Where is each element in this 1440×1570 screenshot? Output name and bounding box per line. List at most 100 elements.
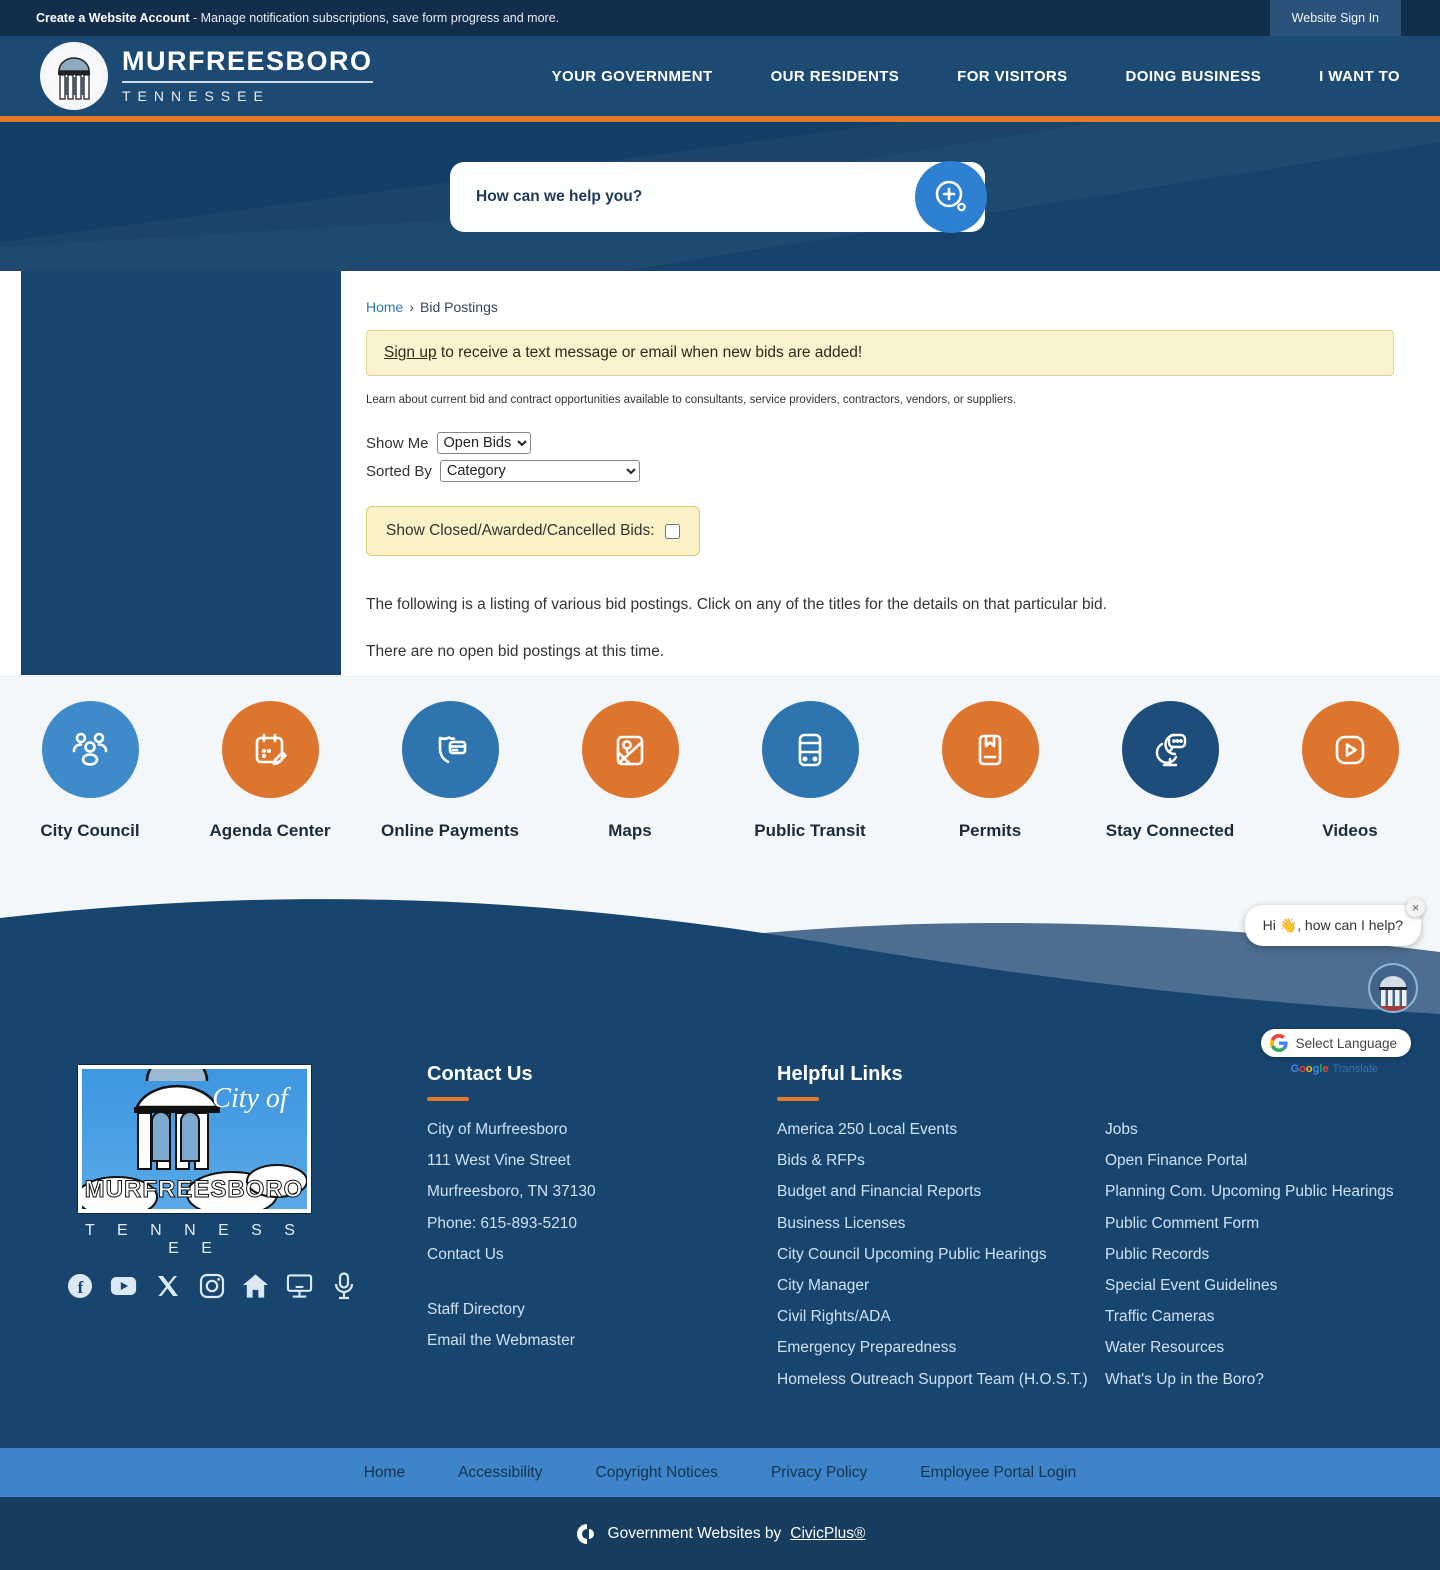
quicklink-label: Maps	[608, 821, 652, 840]
social-icons-row: f	[66, 1271, 357, 1299]
footer-logo-state: T E N N E S S E E	[85, 1222, 304, 1257]
orange-rule	[427, 1097, 469, 1101]
footer-link[interactable]: Public Comment Form	[1105, 1215, 1433, 1246]
quicklink-public-transit[interactable]: Public Transit	[720, 701, 900, 880]
chat-avatar[interactable]	[1368, 963, 1418, 1013]
footer-link[interactable]: Public Records	[1105, 1246, 1433, 1277]
create-account-bold: Create a Website Account	[36, 11, 190, 25]
main-navigation: YOUR GOVERNMENT OUR RESIDENTS FOR VISITO…	[552, 68, 1400, 85]
svg-text:City of: City of	[212, 1083, 291, 1114]
search-input[interactable]	[450, 162, 985, 232]
footer-link[interactable]: Emergency Preparedness	[777, 1339, 1105, 1370]
quicklink-videos[interactable]: Videos	[1260, 701, 1440, 880]
breadcrumb-home-link[interactable]: Home	[366, 299, 403, 315]
payment-shield-icon	[401, 701, 499, 798]
microphone-icon[interactable]	[330, 1271, 357, 1299]
select-language-button[interactable]: Select Language	[1260, 1029, 1411, 1057]
create-account-link[interactable]: Create a Website Account - Manage notifi…	[36, 11, 559, 25]
rotunda-icon	[46, 48, 102, 104]
contact-line: Murfreesboro, TN 37130	[427, 1183, 596, 1201]
rotunda-avatar-icon	[1370, 965, 1416, 1011]
footer-link[interactable]: Planning Com. Upcoming Public Hearings	[1105, 1183, 1433, 1214]
permit-book-icon	[941, 701, 1039, 798]
chat-close-icon[interactable]: ×	[1406, 898, 1425, 917]
helpful-links-col1: America 250 Local Events Bids & RFPs Bud…	[777, 1121, 1105, 1402]
civicplus-strip: Government Websites by CivicPlus®	[0, 1497, 1440, 1570]
youtube-icon[interactable]	[110, 1272, 137, 1299]
nav-your-government[interactable]: YOUR GOVERNMENT	[552, 68, 713, 85]
show-closed-bids-box: Show Closed/Awarded/Cancelled Bids:	[366, 506, 700, 556]
quicklink-maps[interactable]: Maps	[540, 701, 720, 880]
utility-bar: Create a Website Account - Manage notifi…	[0, 0, 1440, 36]
nav-for-visitors[interactable]: FOR VISITORS	[957, 68, 1067, 85]
monitor-icon[interactable]	[286, 1272, 313, 1299]
chat-greeting-bubble: Hi 👋, how can I help?	[1244, 905, 1421, 946]
quicklink-online-payments[interactable]: Online Payments	[360, 701, 540, 880]
bottom-link-home[interactable]: Home	[364, 1464, 405, 1482]
listing-description: The following is a listing of various bi…	[366, 596, 1107, 613]
breadcrumb-separator: ›	[409, 299, 415, 315]
search-plus-icon	[935, 180, 966, 212]
people-icon	[41, 701, 139, 798]
footer-link[interactable]: Business Licenses	[777, 1215, 1105, 1246]
city-seal-logo[interactable]	[40, 42, 108, 110]
nextdoor-icon[interactable]	[242, 1272, 269, 1299]
footer-link[interactable]: Homeless Outreach Support Team (H.O.S.T.…	[777, 1371, 1105, 1402]
bottom-link-copyright[interactable]: Copyright Notices	[596, 1464, 718, 1482]
left-sidebar-panel	[21, 271, 341, 675]
email-webmaster-link[interactable]: Email the Webmaster	[427, 1332, 596, 1363]
footer-link[interactable]: Open Finance Portal	[1105, 1152, 1433, 1183]
bottom-link-accessibility[interactable]: Accessibility	[458, 1464, 542, 1482]
bottom-link-privacy[interactable]: Privacy Policy	[771, 1464, 867, 1482]
instagram-icon[interactable]	[198, 1272, 225, 1299]
footer-link[interactable]: Special Event Guidelines	[1105, 1277, 1433, 1308]
footer-link[interactable]: Water Resources	[1105, 1339, 1433, 1370]
show-me-label: Show Me	[366, 434, 429, 452]
footer-city-logo: City of MURFREESBORO T E N N E S S E E	[76, 1053, 311, 1258]
show-me-select[interactable]: Open Bids	[436, 432, 531, 454]
quicklink-city-council[interactable]: City Council	[0, 701, 180, 880]
contact-us-link[interactable]: Contact Us	[427, 1246, 596, 1277]
search-button[interactable]	[915, 161, 987, 233]
quicklink-label: Videos	[1322, 821, 1378, 840]
staff-directory-link[interactable]: Staff Directory	[427, 1301, 596, 1332]
quicklink-label: Online Payments	[381, 821, 519, 840]
nav-i-want-to[interactable]: I WANT TO	[1319, 68, 1400, 85]
quicklink-stay-connected[interactable]: Stay Connected	[1080, 701, 1260, 880]
bid-filters: Show Me Open Bids Sorted By Category	[366, 432, 1394, 482]
footer-link[interactable]: City Manager	[777, 1277, 1105, 1308]
listing-empty-message: There are no open bid postings at this t…	[366, 643, 665, 660]
quicklink-agenda-center[interactable]: Agenda Center	[180, 701, 360, 880]
footer-link[interactable]: America 250 Local Events	[777, 1121, 1105, 1152]
quicklink-permits[interactable]: Permits	[900, 701, 1080, 880]
signup-notice-text: to receive a text message or email when …	[436, 344, 863, 361]
footer-link[interactable]: Jobs	[1105, 1121, 1433, 1152]
quicklink-label: City Council	[40, 821, 140, 840]
show-closed-bids-checkbox[interactable]	[664, 523, 680, 539]
footer-link[interactable]: City Council Upcoming Public Hearings	[777, 1246, 1105, 1277]
sorted-by-select[interactable]: Category	[439, 460, 640, 482]
website-signin-button[interactable]: Website Sign In	[1269, 0, 1401, 36]
quicklink-label: Public Transit	[754, 821, 866, 840]
nav-our-residents[interactable]: OUR RESIDENTS	[771, 68, 900, 85]
footer-link[interactable]: Traffic Cameras	[1105, 1308, 1433, 1339]
bottom-link-employee-portal[interactable]: Employee Portal Login	[920, 1464, 1076, 1482]
signup-link[interactable]: Sign up	[384, 344, 437, 361]
footer-wave-graphic	[0, 880, 1440, 1060]
map-pin-icon	[581, 701, 679, 798]
footer-link[interactable]: Civil Rights/ADA	[777, 1308, 1105, 1339]
footer-link[interactable]: Budget and Financial Reports	[777, 1183, 1105, 1214]
x-icon[interactable]	[154, 1272, 181, 1299]
breadcrumb: Home › Bid Postings	[366, 271, 1394, 315]
civicplus-link[interactable]: CivicPlus®	[790, 1525, 865, 1543]
create-account-rest: - Manage notification subscriptions, sav…	[189, 11, 560, 25]
footer-link[interactable]: What's Up in the Boro?	[1105, 1371, 1433, 1402]
bus-icon	[761, 701, 859, 798]
nav-doing-business[interactable]: DOING BUSINESS	[1126, 68, 1262, 85]
bottom-links-bar: Home Accessibility Copyright Notices Pri…	[0, 1448, 1440, 1497]
logo-text: MURFREESBORO TENNESSEE	[122, 48, 373, 104]
facebook-icon[interactable]: f	[66, 1272, 93, 1299]
footer-link[interactable]: Bids & RFPs	[777, 1152, 1105, 1183]
civicplus-text: Government Websites by	[607, 1524, 782, 1542]
